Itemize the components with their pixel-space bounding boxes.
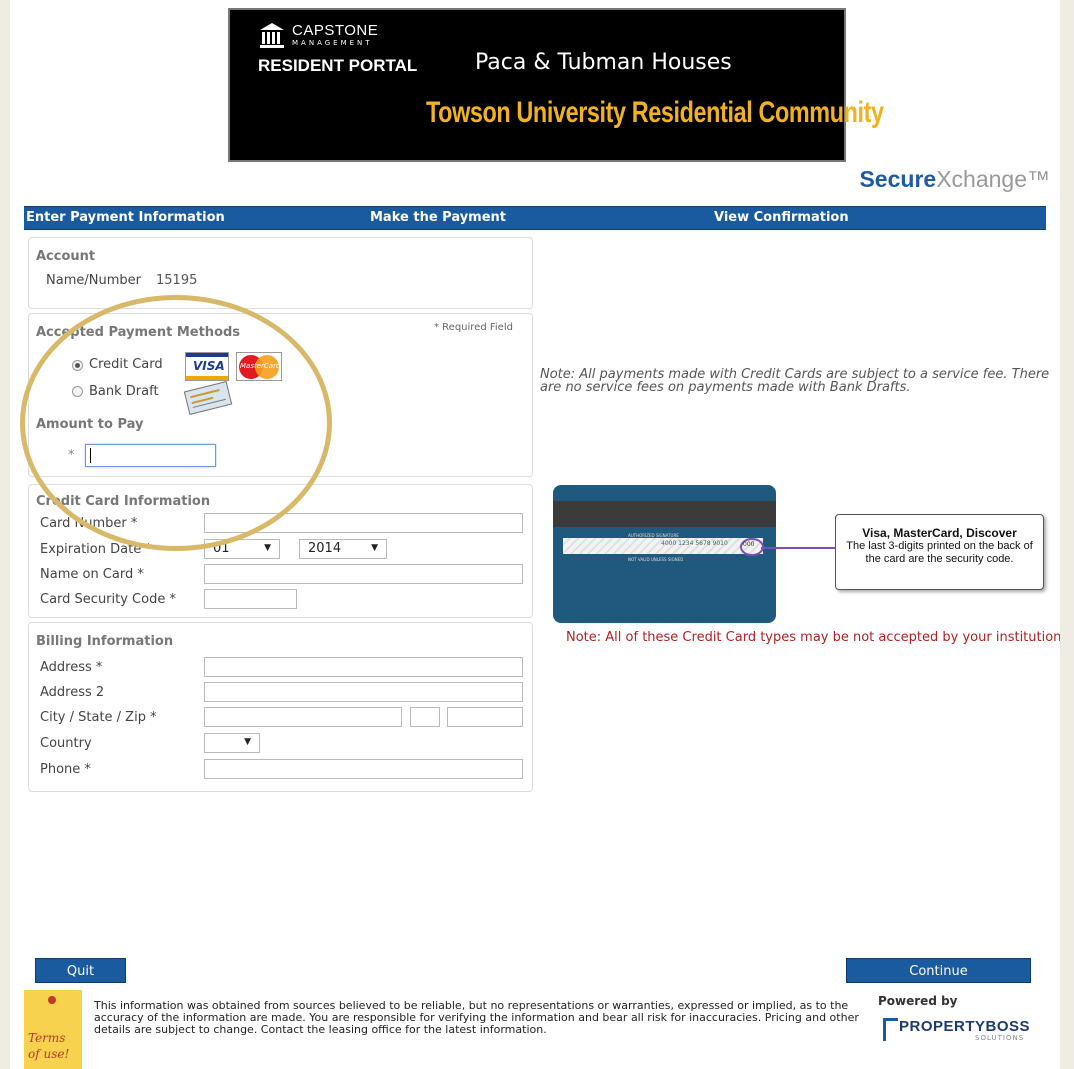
chevron-down-icon: ▼ xyxy=(244,737,251,747)
city-input[interactable] xyxy=(204,707,402,727)
terms-of-use-label[interactable]: Terms of use! xyxy=(28,1030,78,1062)
exp-year-select[interactable]: 2014 ▼ xyxy=(299,539,387,559)
security-code-label: Card Security Code * xyxy=(40,592,176,607)
exp-year-value: 2014 xyxy=(308,541,342,556)
city-state-zip-label: City / State / Zip * xyxy=(40,710,157,725)
building-icon xyxy=(260,23,284,48)
terms-of-use-note[interactable]: Terms of use! xyxy=(24,990,82,1069)
step-view-confirmation: View Confirmation xyxy=(714,210,849,225)
service-fee-note: Note: All payments made with Credit Card… xyxy=(540,367,1050,395)
address-input[interactable] xyxy=(204,657,523,677)
required-field-note: * Required Field xyxy=(434,322,513,333)
card-digits: 4000 1234 5678 9010 xyxy=(661,540,728,547)
chevron-down-icon: ▼ xyxy=(264,543,271,553)
card-types-note: Note: All of these Credit Card types may… xyxy=(566,630,1060,645)
phone-input[interactable] xyxy=(204,759,523,779)
brand-bold: Secure xyxy=(859,166,937,192)
not-valid-label: NOT VALID UNLESS SIGNED xyxy=(628,557,684,562)
account-number: 15195 xyxy=(156,273,198,288)
continue-button[interactable]: Continue xyxy=(846,958,1031,983)
callout-title: Visa, MasterCard, Discover xyxy=(862,526,1017,540)
highlight-ring xyxy=(20,295,332,551)
address2-input[interactable] xyxy=(204,682,523,702)
page: CAPSTONE MANAGEMENT RESIDENT PORTAL Paca… xyxy=(10,0,1060,1069)
footer-disclaimer: This information was obtained from sourc… xyxy=(94,999,859,1036)
portal-label: RESIDENT PORTAL xyxy=(258,56,418,75)
account-title: Account xyxy=(36,249,96,264)
security-code-callout: Visa, MasterCard, Discover The last 3-di… xyxy=(835,514,1044,590)
state-input[interactable] xyxy=(410,707,440,727)
name-number-label: Name/Number xyxy=(46,273,141,288)
billing-title: Billing Information xyxy=(36,634,174,649)
card-back-image: AUTHORIZED SIGNATURE 4000 1234 5678 9010… xyxy=(553,485,776,623)
quit-button[interactable]: Quit xyxy=(35,958,126,983)
name-on-card-input[interactable] xyxy=(204,564,523,584)
zip-input[interactable] xyxy=(447,707,523,727)
propertyboss-sub: SOLUTIONS xyxy=(975,1034,1025,1042)
name-on-card-label: Name on Card * xyxy=(40,567,144,582)
propertyboss-mark-icon xyxy=(883,1018,898,1041)
header-banner: CAPSTONE MANAGEMENT RESIDENT PORTAL Paca… xyxy=(228,8,884,162)
address-label: Address * xyxy=(40,660,103,675)
property-subtitle: Towson University Residential Community xyxy=(426,96,884,129)
propertyboss-text: PROPERTYBOSS xyxy=(899,1018,1031,1035)
logo-name: CAPSTONE xyxy=(292,22,379,39)
step-bar: Enter Payment Information Make the Payme… xyxy=(24,206,1046,230)
propertyboss-logo: PROPERTYBOSS SOLUTIONS xyxy=(883,1016,1043,1042)
property-title: Paca & Tubman Houses xyxy=(475,50,732,75)
brand-rest: Xchange™ xyxy=(936,166,1050,192)
country-select[interactable]: ▼ xyxy=(204,733,260,753)
address2-label: Address 2 xyxy=(40,685,105,700)
billing-panel: Billing Information Address * Address 2 … xyxy=(28,622,533,792)
security-code-input[interactable] xyxy=(204,589,297,609)
callout-connector xyxy=(761,547,836,549)
country-label: Country xyxy=(40,736,92,751)
logo-sub: MANAGEMENT xyxy=(292,39,373,47)
securexchange-brand: SecureXchange™ xyxy=(859,166,1050,193)
account-panel: Account Name/Number 15195 xyxy=(28,237,533,309)
phone-label: Phone * xyxy=(40,762,91,777)
chevron-down-icon: ▼ xyxy=(371,543,378,553)
step-make-payment: Make the Payment xyxy=(370,210,507,225)
cvv-digits: 000 xyxy=(743,541,755,548)
powered-by-label: Powered by xyxy=(878,994,958,1008)
pin-icon xyxy=(48,996,56,1004)
step-enter-payment: Enter Payment Information xyxy=(26,210,225,225)
callout-text: The last 3-digits printed on the back of… xyxy=(846,540,1033,565)
